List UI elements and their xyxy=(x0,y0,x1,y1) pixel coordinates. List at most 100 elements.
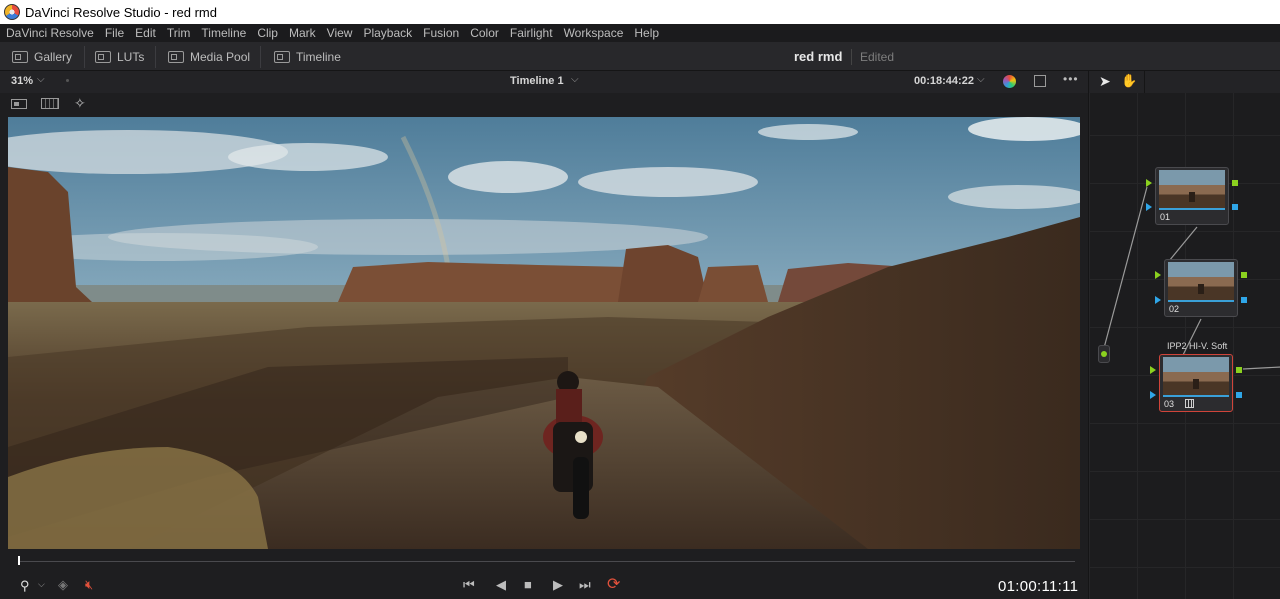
record-timecode: 01:00:11:11 xyxy=(998,578,1079,595)
viewer-header: 31% ⌵ Timeline 1 ⌵ 00:18:44:22 ⌵ ••• xyxy=(0,71,1088,93)
timeline-button[interactable]: Timeline xyxy=(274,47,341,67)
project-divider xyxy=(851,49,852,65)
node-03-output-key-port[interactable] xyxy=(1236,392,1242,398)
timeline-scrubber[interactable] xyxy=(8,554,1080,568)
menu-edit[interactable]: Edit xyxy=(135,26,156,40)
node-01-output-rgb-port[interactable] xyxy=(1232,180,1238,186)
node-02-output-key-port[interactable] xyxy=(1241,297,1247,303)
window-titlebar: DaVinci Resolve Studio - red rmd xyxy=(0,0,1280,24)
node-label: 01 xyxy=(1160,212,1171,222)
menu-timeline[interactable]: Timeline xyxy=(201,26,246,40)
node-link-source-01 xyxy=(1103,186,1148,349)
node-01-output-key-port[interactable] xyxy=(1232,204,1238,210)
gallery-icon xyxy=(12,51,28,63)
node-key-line xyxy=(1159,208,1225,210)
node-editor-header: ➤ ✋ xyxy=(1088,71,1280,93)
video-frame-image xyxy=(8,117,1080,549)
viewer-subtoolbar: ✧ xyxy=(0,93,1088,116)
node-thumbnail xyxy=(1159,170,1225,208)
menu-fusion[interactable]: Fusion xyxy=(423,26,459,40)
node-title: IPP2 HI-V. Soft xyxy=(1167,341,1228,351)
menu-help[interactable]: Help xyxy=(634,26,659,40)
toolbar-divider xyxy=(84,46,85,68)
node-key-line xyxy=(1163,395,1229,397)
more-options-icon[interactable]: ••• xyxy=(1063,72,1079,86)
menu-fairlight[interactable]: Fairlight xyxy=(510,26,553,40)
pointer-tool-icon[interactable]: ➤ xyxy=(1099,73,1111,90)
node-02-input-key-port[interactable] xyxy=(1155,296,1161,304)
eyedropper-icon[interactable]: ⚲ xyxy=(20,578,30,594)
single-viewer-icon[interactable] xyxy=(11,99,27,109)
video-viewer[interactable] xyxy=(8,117,1080,549)
node-link-03-output xyxy=(1242,366,1280,370)
play-button[interactable]: ▶ xyxy=(553,577,563,593)
hand-tool-icon[interactable]: ✋ xyxy=(1121,73,1137,89)
timeline-icon xyxy=(274,51,290,63)
menu-trim[interactable]: Trim xyxy=(167,26,191,40)
transport-controls: ⚲ ⌵ ◈ 🔇︎ ⏮︎ ◀ ■ ▶ ⏭︎ ⟳ 01:00:11:11 xyxy=(0,572,1088,599)
menu-view[interactable]: View xyxy=(327,26,353,40)
chevron-down-icon[interactable]: ⌵ xyxy=(38,579,45,590)
node-header-divider xyxy=(1144,71,1145,93)
zoom-dropdown[interactable]: 31% xyxy=(11,75,33,87)
menu-playback[interactable]: Playback xyxy=(363,26,412,40)
luts-button[interactable]: LUTs xyxy=(95,47,144,67)
davinci-logo-icon xyxy=(4,4,20,20)
expand-icon[interactable] xyxy=(1034,75,1046,87)
chevron-down-icon[interactable]: ⌵ xyxy=(37,74,45,85)
toolbar-divider xyxy=(155,46,156,68)
media-pool-button[interactable]: Media Pool xyxy=(168,47,250,67)
color-wheel-icon[interactable] xyxy=(1002,74,1017,89)
node-key-line xyxy=(1168,300,1234,302)
menu-file[interactable]: File xyxy=(105,26,124,40)
playhead[interactable] xyxy=(18,556,20,565)
chevron-down-icon[interactable]: ⌵ xyxy=(977,74,985,85)
node-01[interactable]: 01 xyxy=(1155,167,1229,225)
skip-back-button[interactable]: ⏮︎ xyxy=(463,577,475,593)
chevron-down-icon[interactable]: ⌵ xyxy=(571,74,579,85)
menu-color[interactable]: Color xyxy=(470,26,499,40)
media-pool-icon xyxy=(168,51,184,63)
menu-mark[interactable]: Mark xyxy=(289,26,316,40)
node-03-output-rgb-port[interactable] xyxy=(1236,367,1242,373)
menu-workspace[interactable]: Workspace xyxy=(564,26,624,40)
menu-bar: DaVinci Resolve File Edit Trim Timeline … xyxy=(0,24,1280,42)
layers-icon[interactable]: ◈ xyxy=(58,577,68,593)
menu-davinci-resolve[interactable]: DaVinci Resolve xyxy=(6,26,94,40)
media-pool-label: Media Pool xyxy=(190,50,251,64)
magic-wand-icon[interactable]: ✧ xyxy=(74,95,86,112)
project-status: Edited xyxy=(860,50,895,64)
loop-button[interactable]: ⟳ xyxy=(607,574,620,594)
gallery-label: Gallery xyxy=(34,50,73,64)
node-03-input-rgb-port[interactable] xyxy=(1150,366,1156,374)
split-screen-icon[interactable] xyxy=(41,98,59,109)
node-thumbnail xyxy=(1168,262,1234,300)
node-02[interactable]: 02 xyxy=(1164,259,1238,317)
node-01-input-key-port[interactable] xyxy=(1146,203,1152,211)
node-thumbnail xyxy=(1163,357,1229,395)
scrubber-track[interactable] xyxy=(18,561,1075,562)
gallery-button[interactable]: Gallery xyxy=(12,47,72,67)
node-editor[interactable]: 01 02 IPP2 HI-V. Soft 03 xyxy=(1088,93,1280,599)
mute-icon[interactable]: 🔇︎ xyxy=(85,577,93,593)
menu-clip[interactable]: Clip xyxy=(257,26,278,40)
skip-forward-button[interactable]: ⏭︎ xyxy=(579,577,591,593)
page-toolbar: Gallery LUTs Media Pool Timeline red rmd… xyxy=(0,42,1280,71)
source-input-node[interactable] xyxy=(1098,345,1110,363)
node-01-input-rgb-port[interactable] xyxy=(1146,179,1152,187)
toolbar-divider xyxy=(260,46,261,68)
timeline-label: Timeline xyxy=(296,50,341,64)
node-02-input-rgb-port[interactable] xyxy=(1155,271,1161,279)
play-reverse-button[interactable]: ◀ xyxy=(496,577,506,593)
node-label: 03 xyxy=(1164,399,1175,409)
node-03[interactable]: 03 xyxy=(1159,354,1233,412)
node-02-output-rgb-port[interactable] xyxy=(1241,272,1247,278)
dot-icon xyxy=(66,79,69,82)
luts-icon xyxy=(95,51,111,63)
window-title: DaVinci Resolve Studio - red rmd xyxy=(25,4,217,20)
stop-button[interactable]: ■ xyxy=(524,577,532,592)
node-link-01-02 xyxy=(1168,226,1198,262)
timeline-selector[interactable]: Timeline 1 xyxy=(510,75,564,87)
node-03-input-key-port[interactable] xyxy=(1150,391,1156,399)
source-timecode[interactable]: 00:18:44:22 xyxy=(914,75,974,87)
